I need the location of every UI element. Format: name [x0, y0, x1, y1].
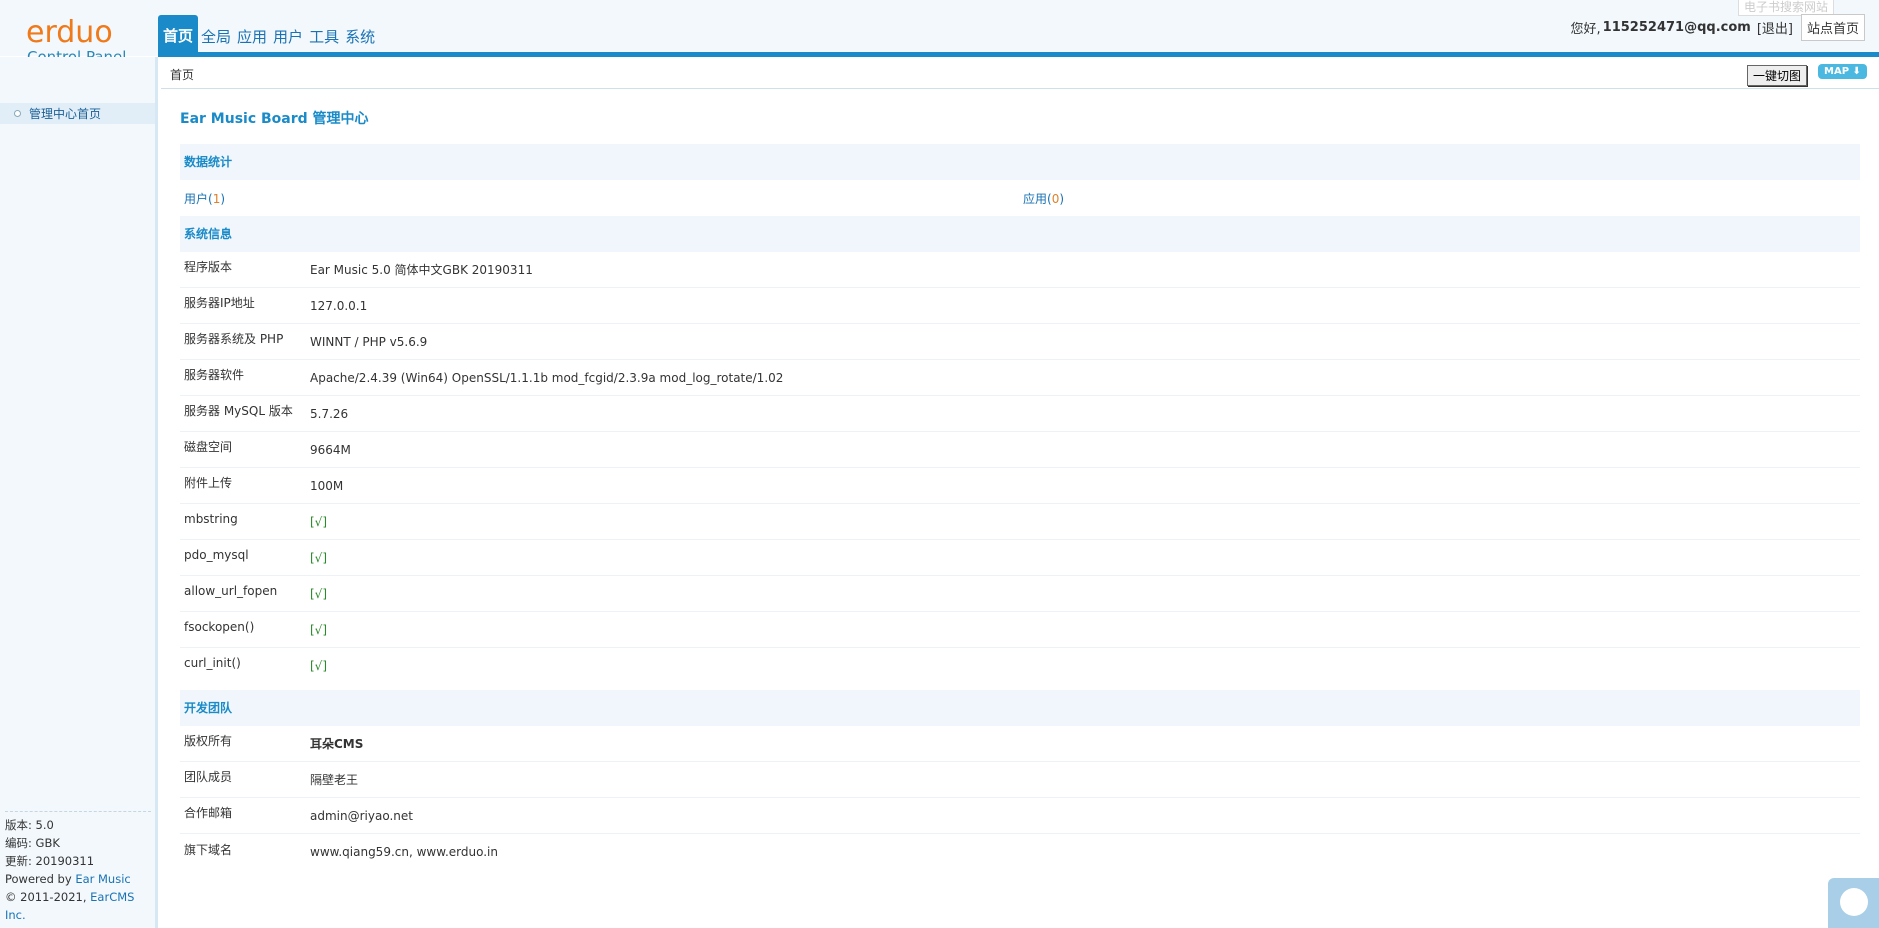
info-key: 服务器IP地址	[184, 296, 255, 310]
team-table: 版权所有 耳朵CMS 团队成员 隔壁老王 合作邮箱 admin@riyao.net 旗…	[180, 726, 1860, 870]
info-key: 版权所有	[184, 734, 233, 748]
main-content: Ear Music Board 管理中心 数据统计 用户(1) 应用(0) 系统…	[180, 90, 1860, 870]
info-value: admin@riyao.net	[310, 808, 413, 823]
table-row: 团队成员 隔壁老王	[180, 762, 1860, 798]
table-row: 服务器IP地址 127.0.0.1	[180, 288, 1860, 324]
info-key: 合作邮箱	[184, 806, 233, 820]
info-value: [√]	[310, 622, 328, 637]
sysinfo-header: 系统信息	[180, 216, 1860, 252]
users-paren-close: )	[220, 191, 226, 206]
info-key: mbstring	[184, 511, 238, 526]
top-nav: 首页 全局 应用 用户 工具 系统	[158, 14, 378, 52]
apps-stat-link[interactable]: 应用(0)	[1023, 190, 1064, 207]
users-stat-link[interactable]: 用户(1)	[184, 190, 225, 207]
table-row: 旗下域名 www.qiang59.cn, www.erduo.in	[180, 834, 1860, 870]
info-value: Apache/2.4.39 (Win64) OpenSSL/1.1.1b mod…	[310, 370, 784, 385]
greeting: 您好,	[1570, 22, 1601, 37]
table-row: fsockopen() [√]	[180, 612, 1860, 648]
breadcrumb-bar: 首页 一键切图 MAP ⬇	[161, 57, 1879, 89]
info-value: [√]	[310, 514, 328, 529]
info-value: Ear Music 5.0 简体中文GBK 20190311	[310, 263, 533, 277]
info-value: 127.0.0.1	[310, 298, 368, 313]
header: erduo Control Panel 首页 全局 应用 用户 工具 系统 电子…	[0, 0, 1879, 66]
logout-link[interactable]: [退出]	[1757, 18, 1793, 37]
info-value: [√]	[310, 550, 328, 565]
info-value: 5.7.26	[310, 406, 349, 421]
info-key: 服务器系统及 PHP	[184, 332, 284, 346]
info-key: 团队成员	[184, 770, 233, 784]
table-row: pdo_mysql [√]	[180, 540, 1860, 576]
sidebar-item-label: 管理中心首页	[29, 107, 102, 121]
table-row: 服务器软件 Apache/2.4.39 (Win64) OpenSSL/1.1.1…	[180, 360, 1860, 396]
info-key: allow_url_fopen	[184, 583, 278, 598]
page-title: Ear Music Board 管理中心	[180, 111, 369, 127]
ear-music-link[interactable]: Ear Music	[75, 872, 130, 886]
table-row: 服务器 MySQL 版本 5.7.26	[180, 396, 1860, 432]
info-value: [√]	[310, 586, 328, 601]
info-value: 9664M	[310, 442, 351, 457]
info-key: 旗下域名	[184, 842, 233, 857]
info-key: 磁盘空间	[184, 440, 233, 454]
one-key-slice-button[interactable]: 一键切图	[1747, 65, 1808, 86]
table-row: 合作邮箱 admin@riyao.net	[180, 798, 1860, 834]
powered-by: Powered by Ear Music	[5, 870, 155, 888]
site-home-button[interactable]: 站点首页	[1800, 14, 1865, 41]
tab-tools[interactable]: 工具	[306, 28, 342, 52]
info-key: 服务器 MySQL 版本	[184, 404, 293, 418]
stats-header: 数据统计	[180, 144, 1860, 180]
info-key: 程序版本	[184, 260, 233, 274]
info-key: curl_init()	[184, 656, 241, 670]
apps-paren-close: )	[1059, 191, 1065, 206]
encoding-text: 编码: GBK	[5, 836, 60, 850]
table-row: 程序版本 Ear Music 5.0 简体中文GBK 20190311	[180, 252, 1860, 288]
map-button[interactable]: MAP ⬇	[1818, 64, 1867, 79]
apps-label: 应用	[1023, 191, 1048, 206]
powered-prefix: Powered by	[5, 872, 76, 886]
info-value: 100M	[310, 478, 344, 493]
sidebar-item-admin-home[interactable]: 管理中心首页	[0, 103, 155, 124]
tab-system[interactable]: 系统	[342, 28, 378, 52]
arrow-down-icon: ⬇	[1852, 66, 1861, 77]
chat-bubble-icon	[1840, 888, 1868, 916]
table-row: curl_init() [√]	[180, 648, 1860, 684]
info-key: pdo_mysql	[184, 547, 249, 562]
table-row: mbstring [√]	[180, 504, 1860, 540]
stats-row: 用户(1) 应用(0)	[180, 180, 1860, 216]
copyright-prefix: © 2011-2021,	[5, 890, 91, 904]
team-header: 开发团队	[180, 690, 1860, 726]
version-text: 版本: 5.0	[5, 818, 54, 832]
circle-bullet-icon	[14, 110, 21, 117]
table-row: 附件上传 100M	[180, 468, 1860, 504]
info-value: WINNT / PHP v5.6.9	[310, 334, 428, 349]
table-row: 磁盘空间 9664M	[180, 432, 1860, 468]
tab-home[interactable]: 首页	[158, 15, 199, 52]
users-label: 用户	[184, 191, 209, 206]
copyright: © 2011-2021, EarCMS Inc.	[5, 888, 155, 924]
user-bar: 您好, 115252471@qq.com [退出] 站点首页	[1571, 14, 1865, 41]
table-row: 服务器系统及 PHP WINNT / PHP v5.6.9	[180, 324, 1860, 360]
footer-divider	[5, 811, 151, 812]
sysinfo-table: 程序版本 Ear Music 5.0 简体中文GBK 20190311 服务器IP…	[180, 252, 1860, 684]
table-row: 版权所有 耳朵CMS	[180, 726, 1860, 762]
breadcrumb: 首页	[170, 68, 195, 82]
info-value: 耳朵CMS	[310, 737, 364, 751]
chat-widget[interactable]	[1828, 878, 1879, 928]
info-value: [√]	[310, 659, 328, 673]
logo-brand: erduo	[26, 15, 113, 50]
info-key: fsockopen()	[184, 619, 255, 634]
sidebar-footer: 版本: 5.0 编码: GBK 更新: 20190311 Powered by …	[5, 811, 155, 924]
tab-apps[interactable]: 应用	[234, 28, 270, 52]
user-email: 115252471@qq.com	[1602, 20, 1751, 35]
info-value: www.qiang59.cn, www.erduo.in	[310, 845, 498, 859]
updated-text: 更新: 20190311	[5, 854, 95, 868]
map-label: MAP	[1824, 66, 1850, 77]
tab-users[interactable]: 用户	[270, 28, 306, 52]
info-key: 附件上传	[184, 476, 233, 490]
info-key: 服务器软件	[184, 368, 245, 382]
info-value: 隔壁老王	[310, 773, 359, 787]
sidebar: 管理中心首页 版本: 5.0 编码: GBK 更新: 20190311 Powe…	[0, 57, 158, 928]
table-row: allow_url_fopen [√]	[180, 576, 1860, 612]
tab-global[interactable]: 全局	[198, 28, 234, 52]
